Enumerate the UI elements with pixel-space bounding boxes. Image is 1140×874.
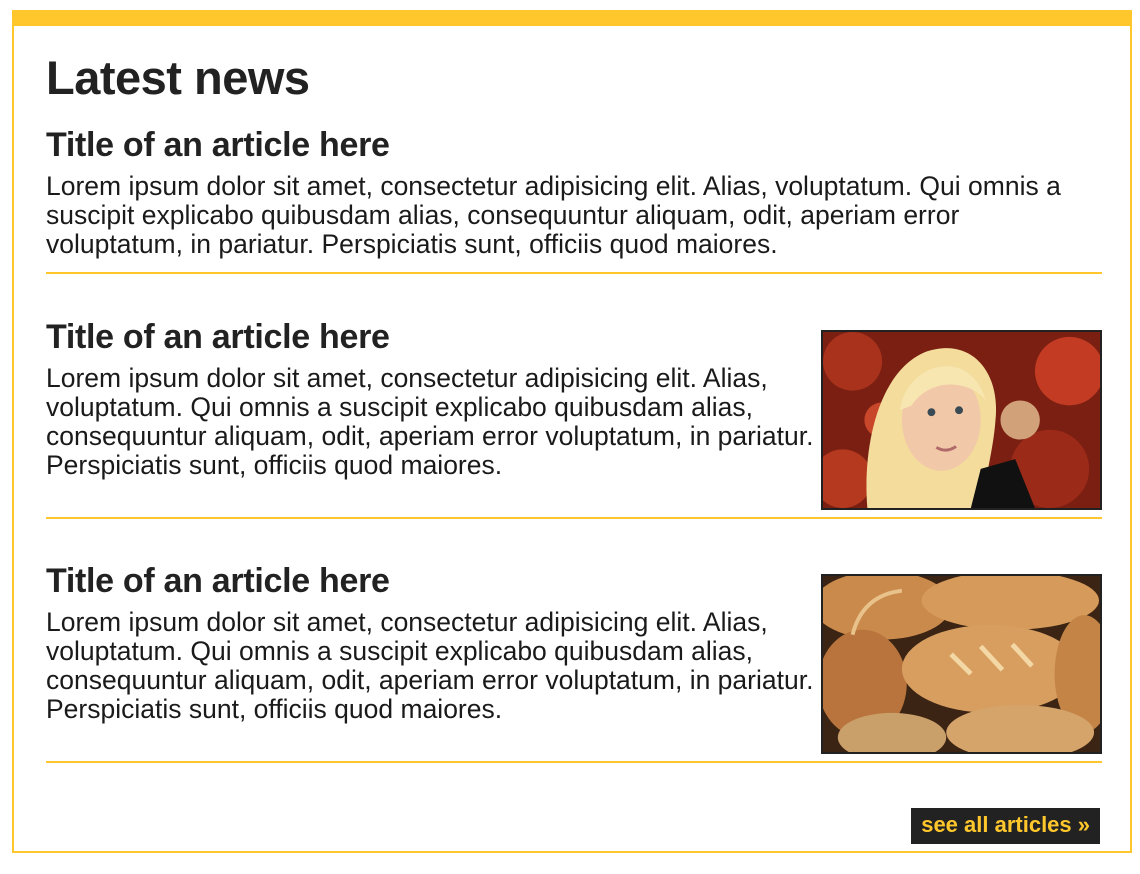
blonde-woman-photo [823,332,1100,508]
divider [46,272,1102,274]
see-all-articles-button[interactable]: see all articles » [911,808,1100,844]
article-thumbnail[interactable] [821,574,1102,754]
article-excerpt: Lorem ipsum dolor sit amet, consectetur … [46,171,1061,259]
article-item: Title of an article here Lorem ipsum dol… [46,564,1102,754]
divider [46,517,1102,519]
article-title[interactable]: Title of an article here [46,128,1102,162]
article-excerpt: Lorem ipsum dolor sit amet, consectetur … [46,363,814,480]
article-item: Title of an article here Lorem ipsum dol… [46,128,1102,259]
bread-loaves-photo [823,576,1100,752]
divider [46,761,1102,763]
section-heading: Latest news [46,51,310,104]
latest-news-panel: Latest news Title of an article here Lor… [12,10,1132,853]
article-excerpt: Lorem ipsum dolor sit amet, consectetur … [46,607,814,724]
article-thumbnail[interactable] [821,330,1102,510]
article-item: Title of an article here Lorem ipsum dol… [46,320,1102,510]
